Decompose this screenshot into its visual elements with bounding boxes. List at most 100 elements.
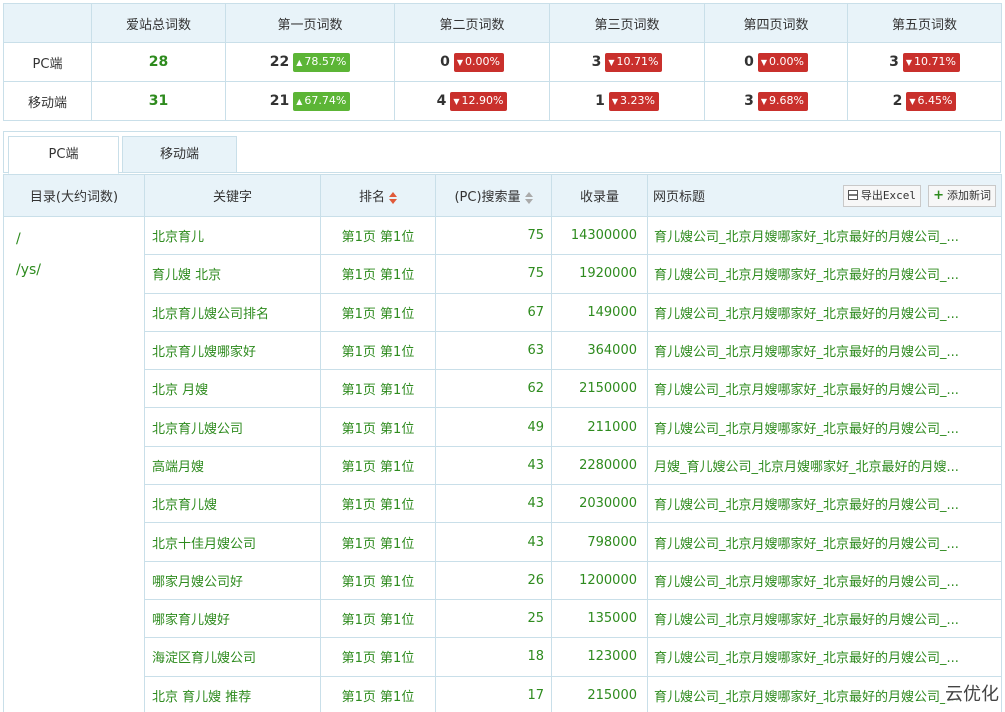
sort-icon[interactable]: [389, 191, 397, 204]
summary-page-cell: 1 ▼ 3.23%: [549, 81, 705, 121]
indexed-count-cell: 149000: [551, 292, 648, 332]
arrow-down-icon: ▼: [909, 96, 916, 106]
summary-header-row: 爱站总词数 第一页词数 第二页词数 第三页词数 第四页词数 第五页词数: [3, 3, 1002, 43]
summary-page-count: 22: [269, 54, 290, 70]
col-header-keyword: 关键字: [144, 174, 321, 217]
keyword-link[interactable]: 北京育儿嫂公司: [144, 407, 321, 447]
keyword-link[interactable]: 海淀区育儿嫂公司: [144, 637, 321, 677]
page-title-link[interactable]: 育儿嫂公司_北京月嫂哪家好_北京最好的月嫂公司_...: [647, 369, 1002, 409]
keyword-link[interactable]: 北京育儿: [144, 215, 321, 256]
add-keyword-label: 添加新词: [947, 189, 991, 202]
search-volume-cell: 43: [435, 484, 552, 524]
summary-page-cell: 0 ▼ 0.00%: [704, 42, 848, 82]
page-title-link[interactable]: 育儿嫂公司_北京月嫂哪家好_北京最好的月嫂公司_...: [647, 215, 1002, 256]
indexed-count-cell: 215000: [551, 675, 648, 712]
arrow-down-icon: ▼: [760, 96, 767, 106]
indexed-count-cell: 798000: [551, 522, 648, 562]
summary-page-cell: 3 ▼ 9.68%: [704, 81, 848, 121]
table-row: 北京育儿嫂哪家好 第1页 第1位 63 364000 育儿嫂公司_北京月嫂哪家好_北京最…: [4, 330, 1002, 371]
percent-value: 0.00%: [768, 54, 804, 68]
rank-cell: 第1页 第1位: [320, 292, 436, 332]
search-volume-cell: 17: [435, 675, 552, 712]
col-header-indexed: 收录量: [551, 174, 648, 217]
page-title-link[interactable]: 育儿嫂公司_北京月嫂哪家好_北京最好的月嫂公司_...: [647, 407, 1002, 447]
keyword-link[interactable]: 育儿嫂 北京: [144, 254, 321, 294]
summary-page-count: 21: [269, 93, 290, 109]
rank-cell: 第1页 第1位: [320, 369, 436, 409]
page-title-link[interactable]: 育儿嫂公司_北京月嫂哪家好_北京最好的月嫂公司_...: [647, 598, 1002, 639]
search-volume-cell: 75: [435, 215, 552, 256]
summary-page-count: 2: [892, 93, 903, 109]
percent-badge: ▲ 67.74%: [293, 91, 351, 111]
percent-value: 0.00%: [464, 54, 500, 68]
tab-pc[interactable]: PC端: [8, 136, 119, 174]
tab-mobile[interactable]: 移动端: [122, 136, 237, 173]
keyword-link[interactable]: 北京 育儿嫂 推荐: [144, 675, 321, 712]
search-volume-cell: 62: [435, 369, 552, 409]
directory-cell: //ys/: [3, 216, 145, 712]
keyword-link[interactable]: 北京育儿嫂: [144, 484, 321, 524]
summary-total: 28: [148, 54, 169, 70]
plus-icon: +: [933, 188, 944, 203]
add-keyword-button[interactable]: + 添加新词: [928, 185, 996, 207]
indexed-count-cell: 1920000: [551, 254, 648, 294]
directory-link[interactable]: /: [16, 231, 144, 262]
arrow-up-icon: ▲: [296, 57, 303, 67]
search-volume-cell: 49: [435, 407, 552, 447]
table-row: 北京育儿嫂公司 第1页 第1位 49 211000 育儿嫂公司_北京月嫂哪家好_北京最好…: [4, 407, 1002, 447]
percent-badge: ▼ 10.71%: [605, 52, 663, 72]
summary-page-count: 3: [591, 54, 602, 70]
arrow-down-icon: ▼: [905, 57, 912, 67]
keyword-link[interactable]: 北京育儿嫂公司排名: [144, 292, 321, 332]
rank-cell: 第1页 第1位: [320, 598, 436, 639]
indexed-count-cell: 1200000: [551, 560, 648, 600]
arrow-down-icon: ▼: [608, 57, 615, 67]
page-title-link[interactable]: 月嫂_育儿嫂公司_北京月嫂哪家好_北京最好的月嫂...: [647, 445, 1002, 486]
page-title-link[interactable]: 育儿嫂公司_北京月嫂哪家好_北京最好的月嫂公司_...: [647, 330, 1002, 371]
keyword-link[interactable]: 哪家月嫂公司好: [144, 560, 321, 600]
summary-header-page2: 第二页词数: [394, 3, 550, 43]
percent-badge: ▼ 10.71%: [902, 52, 960, 72]
summary-row-label: PC端: [3, 42, 92, 82]
page-title-link[interactable]: 育儿嫂公司_北京月嫂哪家好_北京最好的月嫂公司_...: [647, 560, 1002, 600]
keyword-table: 目录(大约词数) 关键字 排名 (PC)搜索量 收录量 网页标题 导出Excel…: [3, 174, 1002, 712]
page-title-link[interactable]: 育儿嫂公司_北京月嫂哪家好_北京最好的月嫂公司_...: [647, 522, 1002, 562]
col-header-rank[interactable]: 排名: [320, 174, 436, 217]
table-row: 北京 育儿嫂 推荐 第1页 第1位 17 215000 育儿嫂公司_北京月嫂哪家好_北京…: [4, 675, 1002, 712]
rank-cell: 第1页 第1位: [320, 484, 436, 524]
directory-link[interactable]: /ys/: [16, 262, 144, 293]
page-title-link[interactable]: 育儿嫂公司_北京月嫂哪家好_北京最好的月嫂公司_...: [647, 254, 1002, 294]
page-title-link[interactable]: 育儿嫂公司_北京月嫂哪家好_北京最好的月嫂公司_...: [647, 292, 1002, 332]
percent-badge: ▼ 0.00%: [453, 52, 504, 72]
rank-cell: 第1页 第1位: [320, 215, 436, 256]
device-tabs: PC端 移动端: [3, 131, 1001, 174]
summary-page-count: 1: [595, 93, 605, 109]
summary-header-page3: 第三页词数: [549, 3, 705, 43]
export-excel-button[interactable]: 导出Excel: [842, 185, 921, 207]
search-volume-cell: 67: [435, 292, 552, 332]
summary-row: 移动端 31 21 ▲ 67.74% 4 ▼ 12.90% 1 ▼ 3.23% 3 ▼ 9.68% 2 ▼ 6.…: [3, 81, 1002, 121]
summary-page-count: 3: [889, 54, 899, 70]
keyword-link[interactable]: 哪家育儿嫂好: [144, 598, 321, 639]
rank-cell: 第1页 第1位: [320, 637, 436, 677]
keyword-link[interactable]: 北京育儿嫂哪家好: [144, 330, 321, 371]
page-title-link[interactable]: 育儿嫂公司_北京月嫂哪家好_北京最好的月嫂公司_...: [647, 637, 1002, 677]
rank-cell: 第1页 第1位: [320, 560, 436, 600]
percent-badge: ▼ 9.68%: [757, 91, 808, 111]
summary-header-page4: 第四页词数: [704, 3, 848, 43]
arrow-down-icon: ▼: [611, 96, 618, 106]
summary-page-count: 0: [744, 54, 754, 70]
keyword-link[interactable]: 北京 月嫂: [144, 369, 321, 409]
search-volume-cell: 43: [435, 522, 552, 562]
page-title-link[interactable]: 育儿嫂公司_北京月嫂哪家好_北京最好的月嫂公司_...: [647, 484, 1002, 524]
table-row: //ys/北京育儿 第1页 第1位 75 14300000 育儿嫂公司_北京月嫂哪家好_…: [3, 215, 1002, 712]
search-volume-cell: 75: [435, 254, 552, 294]
col-header-volume-label: (PC)搜索量: [454, 190, 521, 205]
col-header-volume[interactable]: (PC)搜索量: [435, 174, 552, 217]
summary-page-cell: 3 ▼ 10.71%: [549, 42, 705, 82]
rank-cell: 第1页 第1位: [320, 522, 436, 562]
sort-icon[interactable]: [524, 191, 533, 204]
indexed-count-cell: 14300000: [551, 215, 648, 256]
keyword-link[interactable]: 高端月嫂: [144, 445, 321, 486]
keyword-link[interactable]: 北京十佳月嫂公司: [144, 522, 321, 562]
